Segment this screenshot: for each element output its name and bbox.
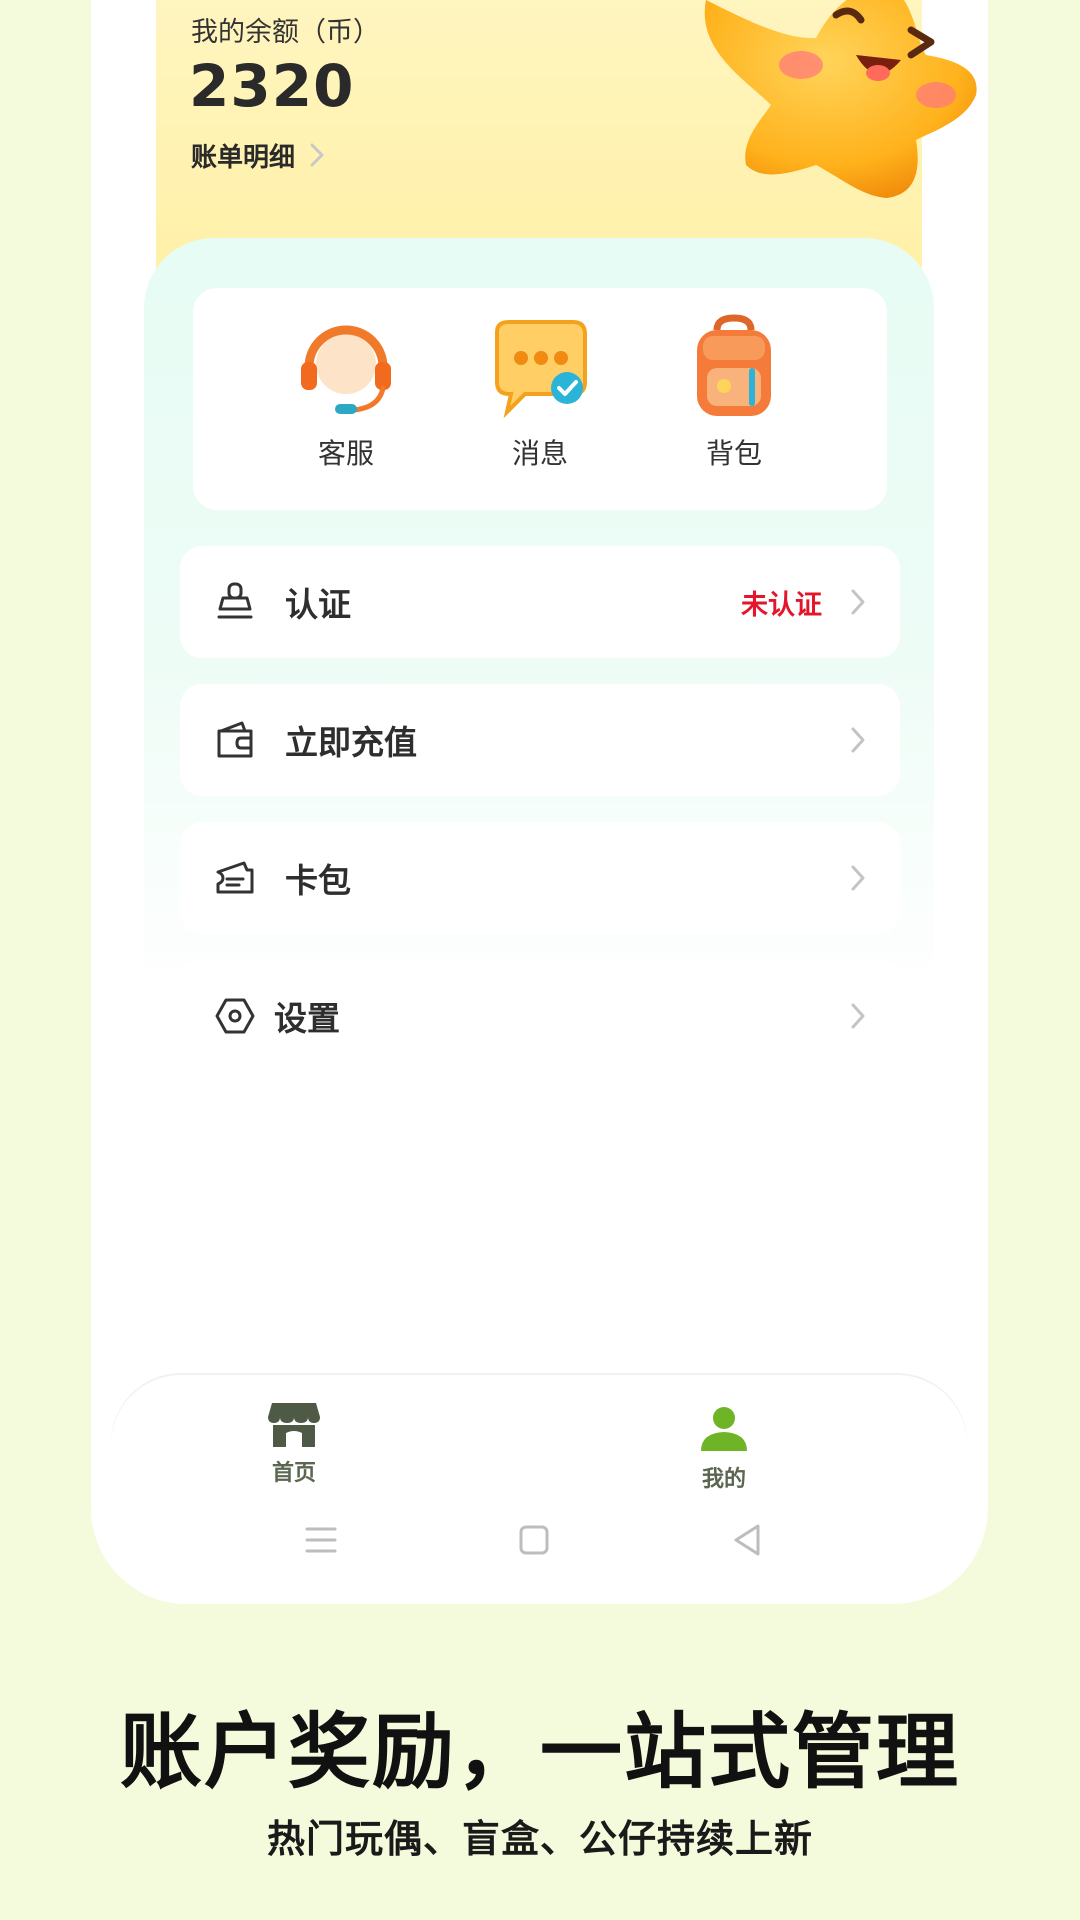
tab-mine[interactable]: 我的: [664, 1399, 784, 1499]
quick-action-messages[interactable]: 消息: [475, 312, 605, 492]
promo-headline: 账户奖励，一站式管理: [119, 1705, 960, 1800]
menu-row-label: 卡包: [285, 861, 351, 900]
menu-row-label: 认证: [285, 585, 351, 624]
chevron-right-icon: [851, 727, 865, 753]
user-icon: [701, 1407, 747, 1451]
menu-row-recharge[interactable]: 立即充值: [180, 684, 900, 796]
menu-row-card-wallet[interactable]: 卡包: [180, 822, 900, 934]
bill-details-link[interactable]: 账单明细: [191, 135, 325, 175]
chevron-right-icon: [851, 589, 865, 615]
headset-icon: [301, 325, 391, 414]
store-icon: [268, 1403, 320, 1447]
tab-home-label: 首页: [271, 1461, 316, 1486]
bill-details-label: 账单明细: [191, 142, 296, 173]
chat-bubble-icon: [495, 320, 587, 419]
menu-row-settings[interactable]: 设置: [180, 960, 900, 1072]
screen: 我的余额（币） 2320 账单明细 客服 消息 背包 认证 未认证 立即充值 卡…: [0, 0, 1080, 1920]
phone-mockup: 我的余额（币） 2320 账单明细 客服 消息 背包 认证 未认证 立即充值 卡…: [91, 0, 988, 1604]
quick-action-label: 客服: [317, 437, 374, 470]
backpack-icon: [697, 314, 771, 416]
bottom-tab-bar: 首页 我的: [111, 1375, 967, 1604]
quick-action-label: 消息: [511, 437, 568, 470]
stamp-icon: [217, 582, 253, 619]
menu-lines-icon[interactable]: [301, 1520, 341, 1560]
chevron-right-icon: [851, 1003, 865, 1029]
verification-status: 未认证: [741, 589, 822, 621]
tab-home[interactable]: 首页: [234, 1399, 354, 1499]
chevron-right-icon: [310, 143, 324, 167]
star-mascot-icon: [704, 0, 977, 198]
tab-mine-label: 我的: [701, 1467, 746, 1492]
quick-actions-card: 客服 消息 背包: [193, 288, 887, 510]
promo-subline: 热门玩偶、盲盒、公仔持续上新: [266, 1817, 813, 1861]
wallet-icon: [217, 721, 253, 758]
quick-action-label: 背包: [705, 437, 762, 470]
back-triangle-icon[interactable]: [727, 1520, 767, 1560]
balance-label: 我的余额（币）: [191, 17, 380, 48]
menu-row-verification[interactable]: 认证 未认证: [180, 546, 900, 658]
quick-action-backpack[interactable]: 背包: [669, 312, 799, 492]
quick-action-customer-service[interactable]: 客服: [281, 312, 411, 492]
balance-value: 2320: [189, 52, 355, 120]
home-square-icon[interactable]: [514, 1520, 554, 1560]
chevron-right-icon: [851, 865, 865, 891]
ticket-icon: [216, 861, 254, 894]
menu-row-label: 设置: [274, 999, 340, 1038]
hexagon-settings-icon: [215, 998, 255, 1034]
menu-row-label: 立即充值: [285, 723, 417, 762]
